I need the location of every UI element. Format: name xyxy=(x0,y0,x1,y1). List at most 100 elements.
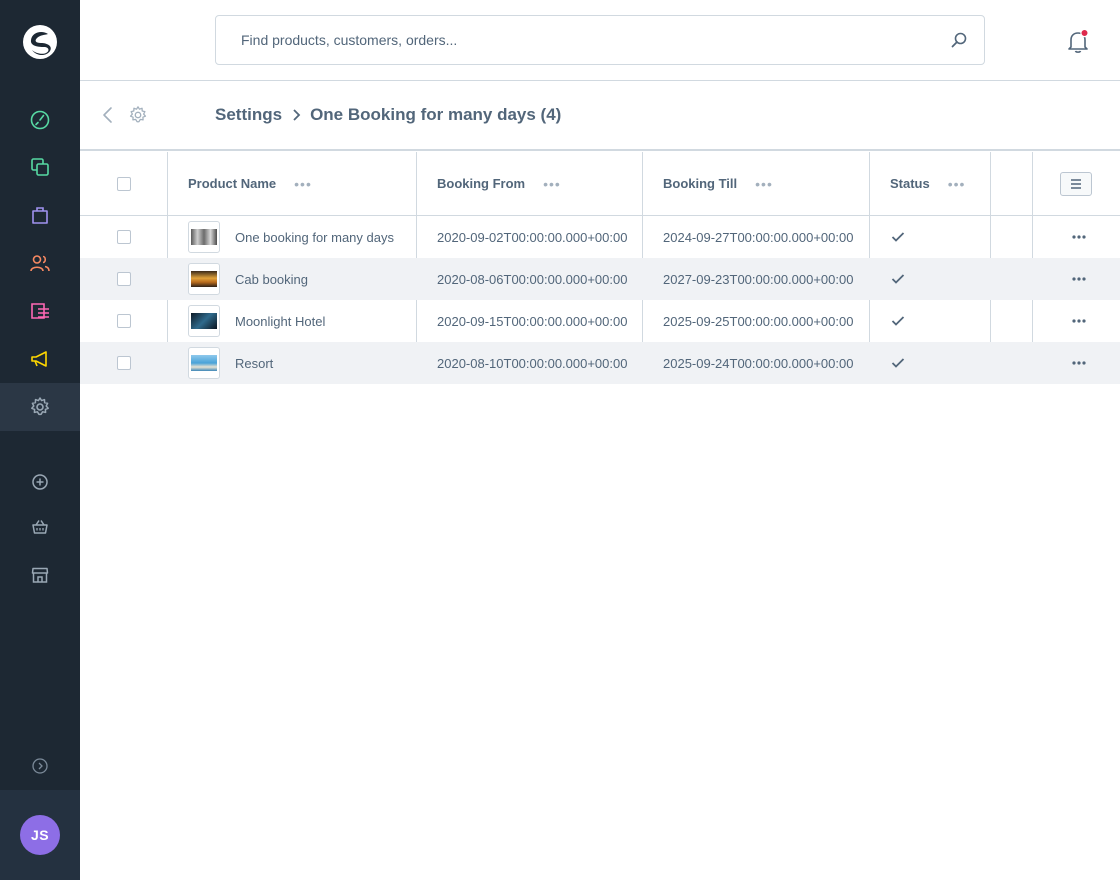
nav-content[interactable] xyxy=(0,287,80,335)
row-actions-button[interactable] xyxy=(1067,313,1091,329)
smart-bar: Settings One Booking for many days (4) xyxy=(80,81,1120,151)
booking-from-cell: 2020-09-02T00:00:00.000+00:00 xyxy=(437,216,627,258)
row-select-cell xyxy=(117,342,131,384)
marketing-icon xyxy=(31,351,47,367)
product-image xyxy=(191,313,217,329)
row-checkbox[interactable] xyxy=(117,272,131,286)
admin-sidebar: JS xyxy=(0,0,80,880)
product-name-cell: Moonlight Hotel xyxy=(188,300,325,342)
row-actions-button[interactable] xyxy=(1067,271,1091,287)
booking-from-cell: 2020-08-06T00:00:00.000+00:00 xyxy=(437,258,627,300)
column-menu-icon[interactable]: ••• xyxy=(294,176,312,192)
sub-add[interactable] xyxy=(0,462,80,502)
row-checkbox[interactable] xyxy=(117,314,131,328)
table-row: Resort 2020-08-10T00:00:00.000+00:00 202… xyxy=(80,342,1120,384)
global-search xyxy=(215,15,985,65)
check-icon xyxy=(891,232,905,242)
row-actions-button[interactable] xyxy=(1067,229,1091,245)
product-name-link[interactable]: One booking for many days xyxy=(235,230,394,245)
nav-orders[interactable] xyxy=(0,191,80,239)
more-horizontal-icon xyxy=(1072,319,1086,323)
breadcrumb-root[interactable]: Settings xyxy=(215,105,282,125)
header-booking-from[interactable]: Booking From ••• xyxy=(437,152,561,215)
row-actions-button[interactable] xyxy=(1067,355,1091,371)
booking-till-cell: 2027-09-23T00:00:00.000+00:00 xyxy=(663,258,853,300)
customers-icon xyxy=(30,255,50,272)
nav-marketing[interactable] xyxy=(0,335,80,383)
header-booking-till[interactable]: Booking Till ••• xyxy=(663,152,773,215)
more-horizontal-icon xyxy=(1072,361,1086,365)
settings-icon xyxy=(31,397,49,416)
breadcrumb: Settings One Booking for many days (4) xyxy=(215,105,561,125)
booking-from-value: 2020-09-15T00:00:00.000+00:00 xyxy=(437,313,628,329)
check-icon xyxy=(891,274,905,284)
notification-bell-icon[interactable] xyxy=(1066,28,1090,54)
booking-data-grid: Product Name ••• Booking From ••• Bookin… xyxy=(80,152,1120,384)
status-cell xyxy=(891,342,905,384)
top-bar xyxy=(80,0,1120,81)
shopware-logo-icon[interactable] xyxy=(20,22,60,62)
status-cell xyxy=(891,300,905,342)
page-title: One Booking for many days (4) xyxy=(310,105,562,124)
column-menu-icon[interactable]: ••• xyxy=(543,176,561,192)
product-name-link[interactable]: Moonlight Hotel xyxy=(235,314,325,329)
search-icon[interactable] xyxy=(950,31,968,49)
check-icon xyxy=(891,358,905,368)
gear-icon xyxy=(129,106,147,123)
nav-catalogues[interactable] xyxy=(0,143,80,191)
product-thumbnail xyxy=(188,305,220,337)
select-all-cell xyxy=(117,152,131,215)
product-image xyxy=(191,271,217,287)
check-icon xyxy=(891,316,905,326)
row-select-cell xyxy=(117,258,131,300)
grid-body: One booking for many days 2020-09-02T00:… xyxy=(80,216,1120,384)
column-menu-icon[interactable]: ••• xyxy=(948,176,966,192)
booking-till-value: 2025-09-25T00:00:00.000+00:00 xyxy=(663,313,854,329)
product-image xyxy=(191,355,217,371)
booking-from-value: 2020-08-10T00:00:00.000+00:00 xyxy=(437,355,628,371)
row-select-cell xyxy=(117,300,131,342)
sub-shop[interactable] xyxy=(0,507,80,547)
column-menu-icon[interactable]: ••• xyxy=(755,176,773,192)
nav-customers[interactable] xyxy=(0,239,80,287)
row-checkbox[interactable] xyxy=(117,356,131,370)
more-horizontal-icon xyxy=(1072,235,1086,239)
product-thumbnail xyxy=(188,221,220,253)
product-name-link[interactable]: Resort xyxy=(235,356,273,371)
nav-dashboard[interactable] xyxy=(0,95,80,143)
booking-from-cell: 2020-08-10T00:00:00.000+00:00 xyxy=(437,342,627,384)
row-checkbox[interactable] xyxy=(117,230,131,244)
booking-till-value: 2025-09-24T00:00:00.000+00:00 xyxy=(663,355,854,371)
sidebar-collapse-button[interactable] xyxy=(0,752,80,780)
booking-from-cell: 2020-09-15T00:00:00.000+00:00 xyxy=(437,300,627,342)
header-status[interactable]: Status ••• xyxy=(890,152,965,215)
booking-from-value: 2020-08-06T00:00:00.000+00:00 xyxy=(437,271,628,287)
nav-settings[interactable] xyxy=(0,383,80,431)
table-row: Cab booking 2020-08-06T00:00:00.000+00:0… xyxy=(80,258,1120,300)
column-label: Booking Till xyxy=(663,176,738,191)
booking-till-value: 2027-09-23T00:00:00.000+00:00 xyxy=(663,271,854,287)
product-name-cell: Resort xyxy=(188,342,273,384)
plus-circle-icon xyxy=(32,474,48,490)
product-name-cell: One booking for many days xyxy=(188,216,394,258)
back-arrow-icon[interactable] xyxy=(100,105,116,125)
grid-settings-button[interactable] xyxy=(1060,172,1092,196)
booking-from-value: 2020-09-02T00:00:00.000+00:00 xyxy=(437,229,628,245)
booking-till-cell: 2025-09-24T00:00:00.000+00:00 xyxy=(663,342,853,384)
catalogue-icon xyxy=(31,158,49,176)
select-all-checkbox[interactable] xyxy=(117,176,131,191)
dashboard-icon xyxy=(30,110,50,130)
orders-icon xyxy=(32,207,48,224)
row-select-cell xyxy=(117,216,131,258)
chevron-right-icon xyxy=(293,109,301,121)
product-name-link[interactable]: Cab booking xyxy=(235,272,308,287)
table-row: Moonlight Hotel 2020-09-15T00:00:00.000+… xyxy=(80,300,1120,342)
search-input[interactable] xyxy=(216,16,936,64)
sub-sales-channel[interactable] xyxy=(0,555,80,595)
avatar[interactable]: JS xyxy=(20,815,60,855)
header-product-name[interactable]: Product Name ••• xyxy=(188,152,312,215)
list-icon xyxy=(1071,179,1081,189)
product-image xyxy=(191,229,217,245)
grid-header: Product Name ••• Booking From ••• Bookin… xyxy=(80,152,1120,216)
column-label: Product Name xyxy=(188,176,277,191)
